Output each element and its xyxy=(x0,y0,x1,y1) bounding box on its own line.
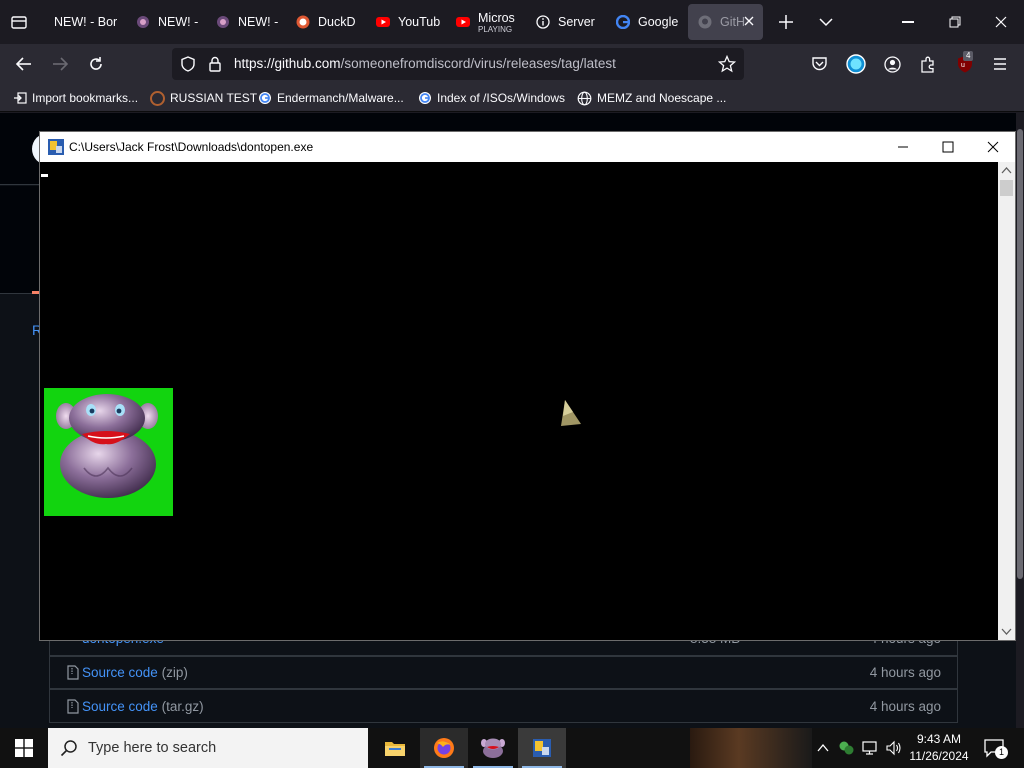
notification-count-badge: 1 xyxy=(995,746,1008,759)
tab-google[interactable]: Google xyxy=(606,4,686,40)
console-title: C:\Users\Jack Frost\Downloads\dontopen.e… xyxy=(69,140,314,154)
source-code-targz-link[interactable]: Source code (tar.gz) xyxy=(82,699,204,714)
console-title-bar[interactable]: C:\Users\Jack Frost\Downloads\dontopen.e… xyxy=(40,132,1015,162)
search-placeholder: Type here to search xyxy=(88,740,217,756)
tab-new-bor[interactable]: NEW! - Bor xyxy=(44,4,120,40)
taskbar-search-box[interactable]: Type here to search xyxy=(48,728,368,768)
bookmark-import[interactable]: Import bookmarks... xyxy=(12,90,138,106)
character-app-icon[interactable] xyxy=(469,728,517,768)
info-icon xyxy=(536,15,550,29)
tab-new-2[interactable]: NEW! - xyxy=(126,4,200,40)
extension-globe-icon[interactable] xyxy=(846,54,866,74)
console-scrollbar-thumb[interactable] xyxy=(1000,180,1013,196)
console-maximize-button[interactable] xyxy=(925,132,971,162)
desktop-wallpaper-peek xyxy=(690,728,812,768)
window-restore-icon[interactable] xyxy=(949,16,961,28)
close-tab-icon[interactable] xyxy=(743,15,755,27)
console-minimize-button[interactable] xyxy=(880,132,926,162)
forward-arrow-icon[interactable] xyxy=(51,56,69,72)
monkey-face-icon xyxy=(56,394,158,498)
taskbar-clock[interactable]: 9:43 AM 11/26/2024 xyxy=(906,731,972,765)
tab-strip: NEW! - Bor NEW! - NEW! - DuckD YouTub Mi… xyxy=(0,0,1024,44)
site-icon xyxy=(150,90,165,106)
globe-icon xyxy=(577,91,592,106)
chevron-down-icon[interactable] xyxy=(818,15,834,29)
url-text[interactable]: https://github.com/someonefromdiscord/vi… xyxy=(234,56,616,71)
asset-zip-time: 4 hours ago xyxy=(869,664,941,680)
back-arrow-icon[interactable] xyxy=(15,56,33,72)
tab-server[interactable]: Server xyxy=(526,4,606,40)
text-cursor xyxy=(41,174,48,177)
youtube-icon xyxy=(376,15,390,29)
bookmark-russian-test[interactable]: RUSSIAN TEST xyxy=(150,90,257,106)
pocket-icon[interactable] xyxy=(811,56,828,72)
ublock-origin-icon[interactable]: u 4 xyxy=(956,51,974,74)
google-icon xyxy=(257,91,272,106)
window-close-icon[interactable] xyxy=(995,16,1007,28)
clock-date: 11/26/2024 xyxy=(909,749,969,763)
bookmark-index-isos[interactable]: Index of /ISOs/Windows xyxy=(417,90,565,106)
start-button[interactable] xyxy=(0,728,48,768)
shield-icon[interactable] xyxy=(180,56,196,72)
search-icon xyxy=(60,739,78,757)
firefox-icon[interactable] xyxy=(420,728,468,768)
google-icon xyxy=(417,91,432,106)
notification-center-icon[interactable]: 1 xyxy=(983,738,1008,760)
file-zip-icon xyxy=(67,665,79,680)
tab-github-active[interactable]: GitH xyxy=(688,4,763,40)
page-scrollbar-thumb[interactable] xyxy=(1017,129,1023,579)
tab-playing-label: PLAYING xyxy=(478,24,513,34)
asset-targz-time: 4 hours ago xyxy=(869,698,941,714)
character-sprite xyxy=(44,388,173,516)
bookmark-endermanch-malware[interactable]: Endermanch/Malware... xyxy=(257,90,404,106)
file-explorer-icon[interactable] xyxy=(371,728,419,768)
show-hidden-icons-chevron-icon[interactable] xyxy=(816,742,830,754)
network-icon[interactable] xyxy=(862,740,880,756)
page-scrollbar[interactable] xyxy=(1016,113,1024,728)
lock-icon[interactable] xyxy=(208,56,222,72)
tab-microsoft-playing[interactable]: Micros PLAYING xyxy=(446,4,524,40)
console-app-icon xyxy=(48,139,64,155)
console-app-taskbar-icon[interactable] xyxy=(518,728,566,768)
import-icon xyxy=(12,91,27,106)
youtube-icon xyxy=(456,15,470,29)
volume-icon[interactable] xyxy=(885,740,903,756)
console-close-button[interactable] xyxy=(970,132,1016,162)
bookmark-memz-noescape[interactable]: MEMZ and Noescape ... xyxy=(577,90,726,106)
extension-badge: 4 xyxy=(963,51,974,61)
reload-icon[interactable] xyxy=(88,56,104,72)
list-all-tabs-icon[interactable] xyxy=(10,13,28,31)
navigation-toolbar: https://github.com/someonefromdiscord/vi… xyxy=(0,44,1024,84)
bookmark-star-icon[interactable] xyxy=(717,54,737,73)
duckduckgo-icon xyxy=(296,15,310,29)
clock-time: 9:43 AM xyxy=(916,732,962,746)
github-icon xyxy=(698,15,712,29)
meme-icon xyxy=(136,15,150,29)
security-tray-icon[interactable] xyxy=(838,740,854,756)
taskbar: Type here to search 9:43 AM 11/26/2024 1 xyxy=(0,728,1024,768)
bookmarks-toolbar: Import bookmarks... RUSSIAN TEST Enderma… xyxy=(0,84,1024,112)
address-bar[interactable]: https://github.com/someonefromdiscord/vi… xyxy=(172,48,744,80)
windows-logo-icon xyxy=(15,739,33,757)
floating-sprite xyxy=(559,398,583,428)
asset-row-zip[interactable]: Source code (zip) 4 hours ago xyxy=(49,655,958,689)
scroll-up-arrow-icon[interactable] xyxy=(998,162,1015,179)
scroll-down-arrow-icon[interactable] xyxy=(998,623,1015,640)
account-icon[interactable] xyxy=(884,56,901,73)
asset-row-targz[interactable]: Source code (tar.gz) 4 hours ago xyxy=(49,689,958,723)
hamburger-menu-icon[interactable] xyxy=(992,57,1008,71)
google-icon xyxy=(616,15,630,29)
tab-youtube[interactable]: YouTub xyxy=(366,4,442,40)
tab-new-3[interactable]: NEW! - xyxy=(206,4,280,40)
meme-icon xyxy=(216,15,230,29)
file-zip-icon xyxy=(67,699,79,714)
extensions-puzzle-icon[interactable] xyxy=(920,56,937,73)
new-tab-icon[interactable] xyxy=(778,14,794,30)
tab-duckduckgo[interactable]: DuckD xyxy=(286,4,362,40)
svg-text:u: u xyxy=(961,62,965,69)
window-minimize-icon[interactable] xyxy=(902,21,914,23)
console-scrollbar[interactable] xyxy=(998,162,1015,640)
source-code-zip-link[interactable]: Source code (zip) xyxy=(82,665,188,680)
console-window[interactable]: C:\Users\Jack Frost\Downloads\dontopen.e… xyxy=(39,131,1016,641)
